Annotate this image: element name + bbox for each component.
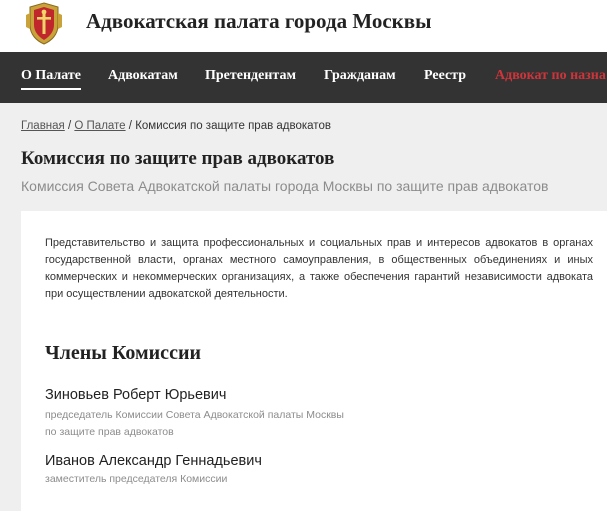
member-name[interactable]: Зиновьев Роберт Юрьевич: [45, 387, 226, 403]
member-role: заместитель председателя Комиссии: [45, 473, 228, 485]
nav-item-citizens[interactable]: Гражданам: [324, 68, 396, 84]
breadcrumb-current: Комиссия по защите прав адвокатов: [135, 120, 331, 132]
site-header: Адвокатская палата города Москвы: [0, 0, 607, 52]
breadcrumb: Главная / О Палате / Комиссия по защите …: [21, 120, 331, 132]
content-card: Представительство и защита профессиональ…: [21, 211, 607, 511]
coat-of-arms-icon[interactable]: [24, 1, 64, 45]
nav-item-applicants[interactable]: Претендентам: [205, 68, 296, 84]
breadcrumb-section-link[interactable]: О Палате: [74, 120, 125, 132]
member-role: по защите прав адвокатов: [45, 426, 174, 438]
page-title: Комиссия по защите прав адвокатов: [21, 148, 335, 169]
members-heading: Члены Комиссии: [45, 342, 201, 364]
commission-description: Представительство и защита профессиональ…: [45, 237, 593, 300]
nav-item-lawyers[interactable]: Адвокатам: [108, 68, 178, 84]
breadcrumb-separator: /: [128, 120, 132, 132]
nav-item-appointed-lawyer[interactable]: Адвокат по назна: [495, 68, 606, 84]
member-name[interactable]: Иванов Александр Геннадьевич: [45, 453, 262, 469]
nav-item-about[interactable]: О Палате: [21, 68, 81, 90]
site-title[interactable]: Адвокатская палата города Москвы: [86, 9, 432, 34]
member-role: председатель Комиссии Совета Адвокатской…: [45, 409, 344, 421]
main-nav: О Палате Адвокатам Претендентам Граждана…: [0, 52, 607, 103]
breadcrumb-home-link[interactable]: Главная: [21, 120, 65, 132]
breadcrumb-separator: /: [67, 120, 72, 132]
page-subtitle: Комиссия Совета Адвокатской палаты город…: [21, 178, 549, 194]
nav-item-registry[interactable]: Реестр: [424, 68, 466, 84]
